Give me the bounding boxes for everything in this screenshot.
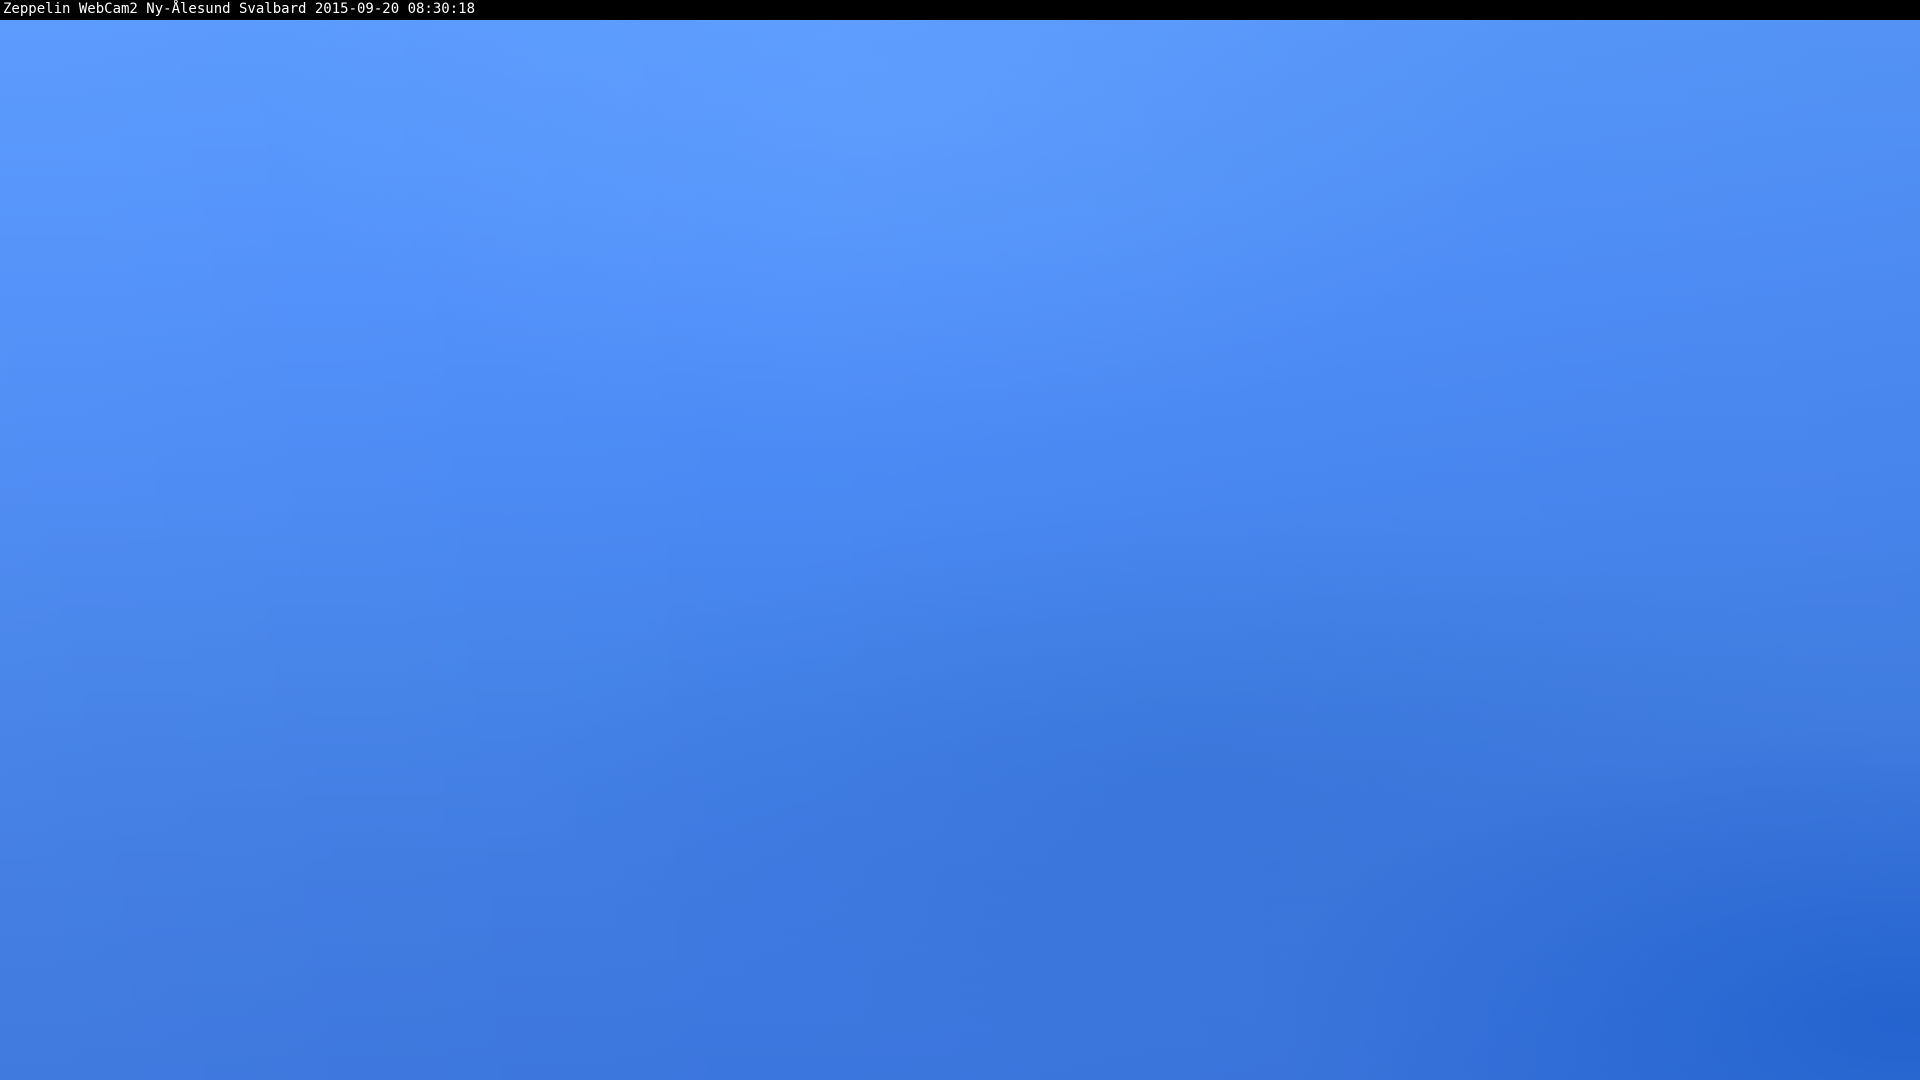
- fog-haze-overlay: [0, 20, 1920, 1080]
- foggy-sky-view: [0, 20, 1920, 1080]
- webcam-frame: Zeppelin WebCam2 Ny-Ålesund Svalbard 201…: [0, 0, 1920, 1080]
- caption-bar: Zeppelin WebCam2 Ny-Ålesund Svalbard 201…: [0, 0, 1920, 20]
- webcam-caption: Zeppelin WebCam2 Ny-Ålesund Svalbard 201…: [3, 1, 476, 17]
